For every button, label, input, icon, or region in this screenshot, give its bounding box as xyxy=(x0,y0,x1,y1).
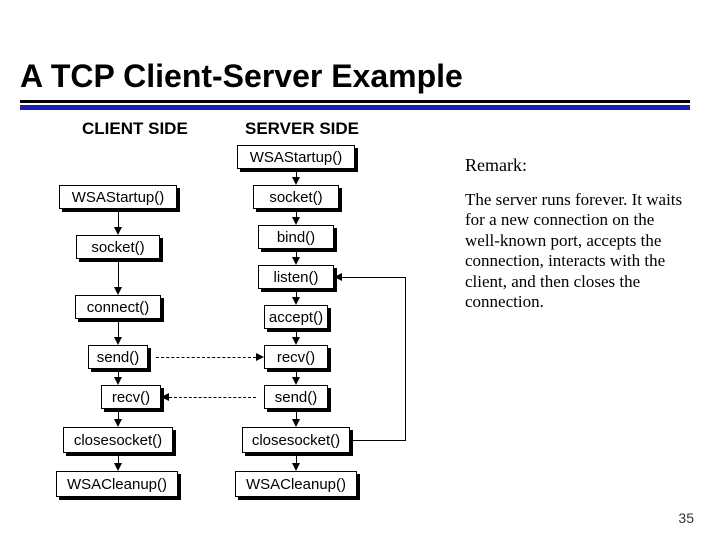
left-arrow-icon xyxy=(334,273,342,281)
server-wsastartup-box: WSAStartup() xyxy=(237,145,355,169)
client-connect-box: connect() xyxy=(75,295,161,319)
title-underline-blue xyxy=(20,105,690,110)
server-bind-box: bind() xyxy=(258,225,334,249)
arrow-line xyxy=(118,319,119,339)
server-wsacleanup-box: WSACleanup() xyxy=(235,471,357,497)
remark-heading: Remark: xyxy=(465,155,527,176)
server-send-box: send() xyxy=(264,385,328,409)
page-number: 35 xyxy=(678,510,694,526)
loop-line xyxy=(342,277,406,278)
down-arrow-icon xyxy=(114,377,122,385)
loop-line xyxy=(405,277,406,441)
down-arrow-icon xyxy=(292,377,300,385)
client-socket-box: socket() xyxy=(76,235,160,259)
right-arrow-icon xyxy=(256,353,264,361)
client-close-box: closesocket() xyxy=(63,427,173,453)
remark-body: The server runs forever. It waits for a … xyxy=(465,190,690,312)
down-arrow-icon xyxy=(292,217,300,225)
left-arrow-icon xyxy=(161,393,169,401)
down-arrow-icon xyxy=(114,287,122,295)
server-accept-box: accept() xyxy=(264,305,328,329)
down-arrow-icon xyxy=(114,419,122,427)
down-arrow-icon xyxy=(292,297,300,305)
arrow-line xyxy=(118,209,119,229)
down-arrow-icon xyxy=(292,337,300,345)
down-arrow-icon xyxy=(292,463,300,471)
data-flow-dash xyxy=(169,397,256,398)
data-flow-dash xyxy=(156,357,256,358)
down-arrow-icon xyxy=(114,337,122,345)
server-recv-box: recv() xyxy=(264,345,328,369)
down-arrow-icon xyxy=(292,419,300,427)
arrow-line xyxy=(118,259,119,289)
server-column-header: SERVER SIDE xyxy=(245,119,359,139)
client-wsastartup-box: WSAStartup() xyxy=(59,185,177,209)
down-arrow-icon xyxy=(114,227,122,235)
page-title: A TCP Client-Server Example xyxy=(20,58,463,95)
down-arrow-icon xyxy=(114,463,122,471)
server-close-box: closesocket() xyxy=(242,427,350,453)
down-arrow-icon xyxy=(292,257,300,265)
loop-line xyxy=(350,440,405,441)
client-recv-box: recv() xyxy=(101,385,161,409)
server-socket-box: socket() xyxy=(253,185,339,209)
client-column-header: CLIENT SIDE xyxy=(82,119,188,139)
server-listen-box: listen() xyxy=(258,265,334,289)
client-wsacleanup-box: WSACleanup() xyxy=(56,471,178,497)
down-arrow-icon xyxy=(292,177,300,185)
client-send-box: send() xyxy=(88,345,148,369)
title-underline-thin xyxy=(20,100,690,103)
